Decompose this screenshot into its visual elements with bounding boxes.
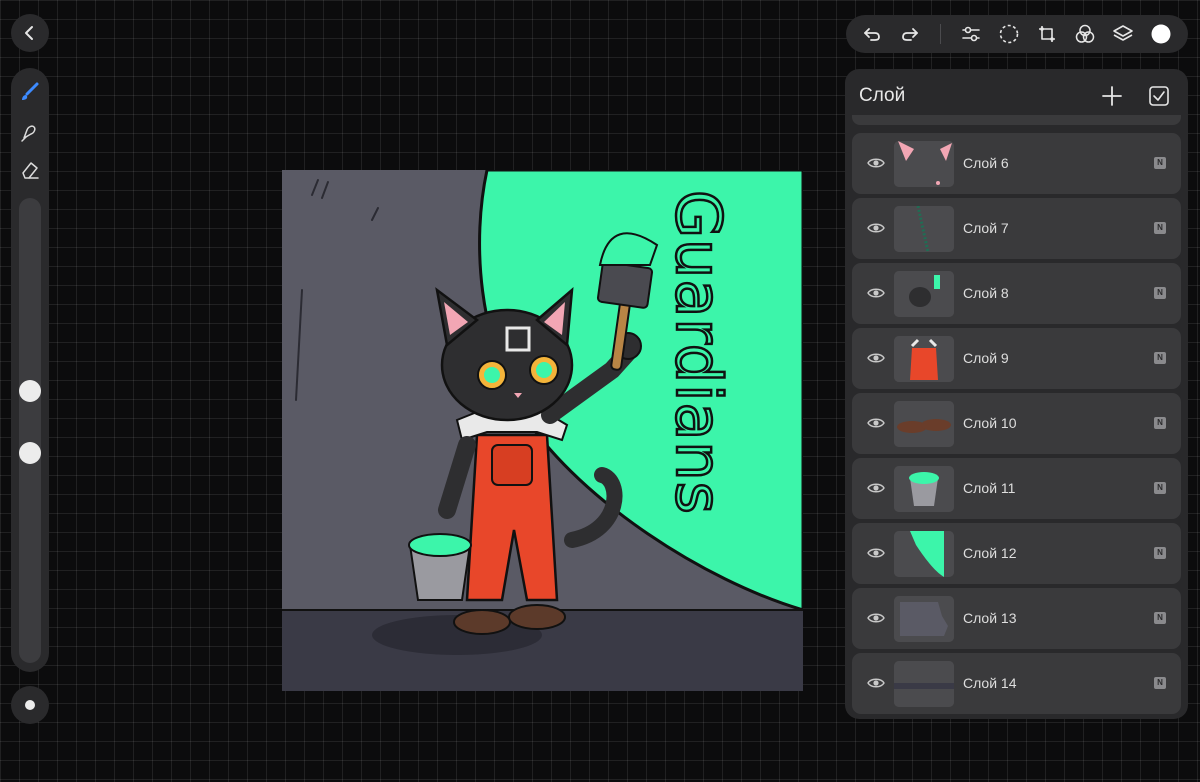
- layer-thumbnail: [894, 336, 954, 382]
- layers-icon: [1113, 25, 1133, 41]
- size-slider-knob[interactable]: [19, 379, 41, 402]
- layer-row-partial: [852, 115, 1181, 125]
- modify-button[interactable]: [11, 686, 49, 724]
- visibility-toggle[interactable]: [866, 153, 886, 173]
- eye-icon: [867, 548, 885, 558]
- chevron-left-icon: [25, 26, 33, 40]
- blend-mode-badge[interactable]: N: [1154, 612, 1166, 624]
- blend-mode-badge[interactable]: N: [1154, 677, 1166, 689]
- blend-icon: [1075, 24, 1095, 43]
- layer-name: Слой 7: [963, 220, 1009, 236]
- size-slider[interactable]: [19, 198, 41, 663]
- eraser-tool[interactable]: [18, 158, 42, 182]
- select-layers-button[interactable]: [1147, 84, 1171, 108]
- layer-thumbnail: [894, 596, 954, 642]
- left-toolbar: [11, 68, 49, 672]
- blend-mode-badge[interactable]: N: [1154, 222, 1166, 234]
- opacity-slider-knob[interactable]: [19, 441, 41, 464]
- layer-row[interactable]: Слой 14 N: [852, 653, 1181, 714]
- drawing-canvas[interactable]: Guardians: [282, 170, 803, 691]
- layer-thumbnail: [894, 661, 954, 707]
- layer-name: Слой 14: [963, 675, 1017, 691]
- blend-mode-badge[interactable]: N: [1154, 482, 1166, 494]
- plus-icon: [1102, 86, 1122, 106]
- layer-row[interactable]: Слой 11 N: [852, 458, 1181, 519]
- layer-row[interactable]: Слой 13 N: [852, 588, 1181, 649]
- transform-icon: [1039, 26, 1055, 42]
- brush-icon: [22, 82, 39, 100]
- guardians-text: Guardians: [662, 190, 735, 515]
- eye-icon: [867, 483, 885, 493]
- color-swatch-icon: [1151, 24, 1171, 44]
- layer-name: Слой 11: [963, 480, 1016, 496]
- layer-name: Слой 10: [963, 415, 1017, 431]
- eye-icon: [867, 353, 885, 363]
- undo-button[interactable]: [860, 22, 884, 46]
- adjustments-button[interactable]: [959, 22, 983, 46]
- blend-button[interactable]: [1073, 22, 1097, 46]
- eye-icon: [867, 678, 885, 688]
- layer-name: Слой 13: [963, 610, 1017, 626]
- smudge-icon: [21, 125, 36, 142]
- layer-thumbnail: [894, 206, 954, 252]
- transform-button[interactable]: [1035, 22, 1059, 46]
- layer-row[interactable]: Слой 12 N: [852, 523, 1181, 584]
- layer-name: Слой 12: [963, 545, 1017, 561]
- layers-button[interactable]: [1111, 22, 1135, 46]
- adjustments-icon: [962, 26, 980, 42]
- redo-button[interactable]: [898, 22, 922, 46]
- blend-mode-badge[interactable]: N: [1154, 352, 1166, 364]
- visibility-toggle[interactable]: [866, 218, 886, 238]
- layer-thumbnail: [894, 466, 954, 512]
- dot-icon: [25, 700, 35, 710]
- eraser-icon: [22, 162, 39, 179]
- selection-button[interactable]: [997, 22, 1021, 46]
- eye-icon: [867, 223, 885, 233]
- redo-icon: [902, 28, 918, 41]
- blend-mode-badge[interactable]: N: [1154, 417, 1166, 429]
- layer-thumbnail: [894, 401, 954, 447]
- layer-row[interactable]: Слой 10 N: [852, 393, 1181, 454]
- layer-row[interactable]: Слой 8 N: [852, 263, 1181, 324]
- smudge-tool[interactable]: [18, 120, 42, 144]
- layer-thumbnail: [894, 271, 954, 317]
- panel-title: Слой: [859, 85, 906, 106]
- layer-thumbnail: [894, 531, 954, 577]
- visibility-toggle[interactable]: [866, 543, 886, 563]
- eye-icon: [867, 418, 885, 428]
- eye-icon: [867, 613, 885, 623]
- visibility-toggle[interactable]: [866, 413, 886, 433]
- top-toolbar: [846, 15, 1188, 53]
- layer-name: Слой 9: [963, 350, 1009, 366]
- layer-row[interactable]: Слой 9 N: [852, 328, 1181, 389]
- layer-name: Слой 8: [963, 285, 1009, 301]
- eye-icon: [867, 288, 885, 298]
- visibility-toggle[interactable]: [866, 283, 886, 303]
- toolbar-divider: [940, 24, 941, 44]
- layer-name: Слой 6: [963, 155, 1009, 171]
- artwork: Guardians: [282, 170, 803, 691]
- visibility-toggle[interactable]: [866, 608, 886, 628]
- add-layer-button[interactable]: [1100, 84, 1124, 108]
- layers-panel: Слой Слой 6 N Слой 7 N Слой 8 N Слой 9 N Слой 10…: [845, 69, 1188, 719]
- layer-row[interactable]: Слой 7 N: [852, 198, 1181, 259]
- color-button[interactable]: [1149, 22, 1173, 46]
- blend-mode-badge[interactable]: N: [1154, 157, 1166, 169]
- eye-icon: [867, 158, 885, 168]
- blend-mode-badge[interactable]: N: [1154, 547, 1166, 559]
- layer-thumbnail: [894, 141, 954, 187]
- undo-icon: [864, 28, 880, 41]
- layer-row[interactable]: Слой 6 N: [852, 133, 1181, 194]
- blend-mode-badge[interactable]: N: [1154, 287, 1166, 299]
- brush-tool[interactable]: [18, 80, 42, 104]
- visibility-toggle[interactable]: [866, 478, 886, 498]
- visibility-toggle[interactable]: [866, 348, 886, 368]
- checkbox-icon: [1149, 86, 1169, 106]
- visibility-toggle[interactable]: [866, 673, 886, 693]
- selection-icon: [999, 24, 1019, 44]
- back-button[interactable]: [11, 14, 49, 52]
